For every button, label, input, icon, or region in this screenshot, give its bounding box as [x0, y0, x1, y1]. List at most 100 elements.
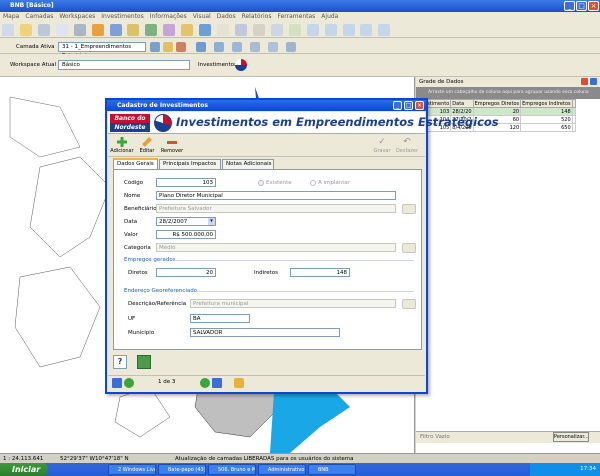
zoom-next-icon[interactable] — [360, 24, 373, 36]
edit-icon[interactable] — [91, 24, 104, 36]
menu-item-1[interactable]: Camadas — [25, 13, 53, 20]
pointer-icon[interactable] — [2, 24, 14, 36]
tab-principais-impactos[interactable]: Principais Impactos — [159, 159, 221, 169]
table-icon[interactable] — [109, 24, 122, 36]
task-item-3[interactable]: 506. Bruno e Mar... — [208, 464, 256, 475]
categoria-lookup-button[interactable] — [402, 243, 416, 253]
map-tool-icon-2[interactable] — [270, 24, 283, 36]
categoria-select[interactable]: Médio — [156, 243, 396, 252]
database-icon[interactable] — [199, 24, 212, 36]
note-icon[interactable] — [19, 24, 32, 36]
adicionar-button[interactable]: Adicionar — [110, 137, 134, 154]
symbol-tool-icon[interactable] — [286, 42, 296, 52]
layer-tool-icon[interactable] — [150, 42, 160, 52]
task-item-2[interactable]: Bate-papo (43) - ... — [158, 464, 206, 475]
tab-dados-gerais[interactable]: Dados Gerais — [113, 158, 158, 169]
data-field[interactable]: 28/2/2007 — [156, 217, 216, 226]
menu-item-2[interactable]: Workspaces — [59, 13, 95, 20]
menu-item-6[interactable]: Dados — [217, 13, 236, 20]
valor-label: Valor — [124, 232, 138, 238]
help-button[interactable]: ? — [113, 355, 127, 369]
last-record-icon[interactable] — [212, 378, 222, 388]
grid-title: Grade de Dados — [416, 77, 600, 87]
grid-column-header[interactable]: Empregos Indiretos — [520, 99, 573, 108]
menu-item-5[interactable]: Visual — [193, 13, 211, 20]
menu-item-3[interactable]: Investimentos — [101, 13, 143, 20]
dialog-minimize-button[interactable]: _ — [393, 101, 402, 110]
menu-item-7[interactable]: Relatórios — [242, 13, 272, 20]
pan-icon[interactable] — [378, 24, 391, 36]
menu-item-4[interactable]: Informações — [150, 13, 187, 20]
personalizar-button[interactable]: Personalizar... — [553, 432, 589, 442]
menu-item-9[interactable]: Ajuda — [321, 13, 338, 20]
task-item-5[interactable]: BNB — [308, 464, 356, 475]
grid-column-header[interactable] — [571, 99, 576, 108]
task-item-4[interactable]: Administrativo — [258, 464, 306, 475]
chevron-down-icon[interactable]: ▾ — [208, 218, 215, 225]
grid-close-icon[interactable] — [581, 78, 588, 85]
dialog-close-button[interactable]: × — [415, 101, 424, 110]
globe-icon[interactable] — [234, 24, 247, 36]
camada-select[interactable]: 31 - 1_Empreendimentos Estratégic — [58, 42, 146, 59]
next-record-icon[interactable] — [200, 378, 210, 388]
tab-notas-adicionais[interactable]: Notas Adicionais — [222, 159, 274, 169]
report-icon[interactable] — [163, 24, 176, 36]
desfazer-button[interactable]: ↶ Desfazer — [395, 137, 419, 154]
grid-pin-icon[interactable] — [590, 78, 597, 85]
uf-field[interactable]: BA — [190, 314, 250, 323]
nome-field[interactable]: Plano Diretor Municipal — [156, 191, 396, 200]
zoom-in-icon[interactable] — [288, 24, 301, 36]
folder-icon[interactable] — [127, 24, 140, 36]
valor-field[interactable]: R$ 500.000,00 — [156, 230, 216, 239]
pencil-icon[interactable] — [163, 42, 173, 52]
indiretos-field[interactable]: 148 — [290, 268, 350, 277]
clock: 17:34 — [580, 466, 596, 472]
grid-tool-icon[interactable] — [232, 42, 242, 52]
chart-icon[interactable] — [145, 24, 158, 36]
gravar-button[interactable]: ✓ Gravar — [370, 137, 394, 154]
maximize-button[interactable]: □ — [576, 1, 587, 11]
workspace-select[interactable]: Básico — [58, 60, 190, 70]
menu-item-8[interactable]: Ferramentas — [277, 13, 315, 20]
align-tool-icon[interactable] — [214, 42, 224, 52]
dialog-title: Cadastro de Investimentos — [117, 102, 208, 109]
existente-radio[interactable] — [258, 180, 264, 186]
eraser-icon[interactable] — [176, 42, 186, 52]
minimize-button[interactable]: _ — [564, 1, 575, 11]
close-button[interactable]: × — [588, 1, 599, 11]
descricao-select[interactable]: Prefeitura municipal — [190, 299, 396, 308]
zoom-prev-icon[interactable] — [342, 24, 355, 36]
remover-button[interactable]: Remover — [160, 137, 184, 154]
map-tool-icon[interactable] — [252, 24, 265, 36]
dialog-maximize-button[interactable]: □ — [404, 101, 413, 110]
goto-record-icon[interactable] — [234, 378, 244, 388]
menu-item-0[interactable]: Mapa — [3, 13, 19, 20]
descricao-lookup-button[interactable] — [402, 299, 416, 309]
start-button[interactable]: Iniciar — [0, 463, 48, 476]
zoom-full-icon[interactable] — [324, 24, 337, 36]
zoom-out-icon[interactable] — [306, 24, 319, 36]
implantar-radio[interactable] — [310, 180, 316, 186]
select-tool-icon[interactable] — [196, 42, 206, 52]
print-icon[interactable] — [37, 24, 50, 36]
task-item-1[interactable]: 2 Windows Live ... — [108, 464, 156, 475]
beneficiario-select[interactable]: Prefeitura Salvador — [156, 204, 396, 213]
layer-icon[interactable] — [73, 24, 86, 36]
settings-icon[interactable] — [217, 24, 230, 36]
first-record-icon[interactable] — [112, 378, 122, 388]
prev-record-icon[interactable] — [124, 378, 134, 388]
export-button[interactable] — [137, 355, 151, 369]
table-cell-empty — [571, 107, 576, 116]
editar-button[interactable]: Editar — [135, 137, 159, 154]
investimentos-icon[interactable] — [235, 59, 247, 71]
diretos-field[interactable]: 20 — [156, 268, 216, 277]
measure-tool-icon[interactable] — [268, 42, 278, 52]
tool-icon[interactable] — [181, 24, 194, 36]
snap-tool-icon[interactable] — [250, 42, 260, 52]
beneficiario-lookup-button[interactable] — [402, 204, 416, 214]
grid-column-header[interactable]: Data — [450, 99, 474, 108]
help-icon[interactable] — [55, 24, 68, 36]
municipio-field[interactable]: SALVADOR — [190, 328, 340, 337]
grid-column-header[interactable]: Empregos Diretos — [472, 99, 522, 108]
codigo-field[interactable]: 103 — [156, 178, 216, 187]
